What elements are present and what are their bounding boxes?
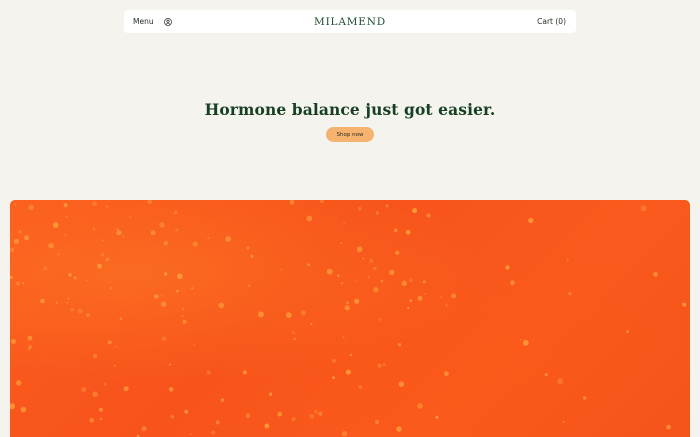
brand-logo[interactable]: MILAMEND: [314, 16, 386, 28]
shop-now-button[interactable]: Shop now: [326, 127, 374, 142]
bubble-texture: [10, 200, 687, 437]
menu-button[interactable]: Menu: [133, 17, 154, 26]
hero-image: [10, 200, 690, 437]
page: Menu MILAMEND Cart (0) Hormone balance j…: [0, 0, 700, 437]
nav-left-group: Menu: [133, 17, 173, 27]
hero-title: Hormone balance just got easier.: [204, 100, 496, 119]
top-navbar: Menu MILAMEND Cart (0): [124, 10, 576, 33]
cart-button[interactable]: Cart (0): [537, 17, 566, 26]
user-circle-icon[interactable]: [163, 17, 173, 27]
